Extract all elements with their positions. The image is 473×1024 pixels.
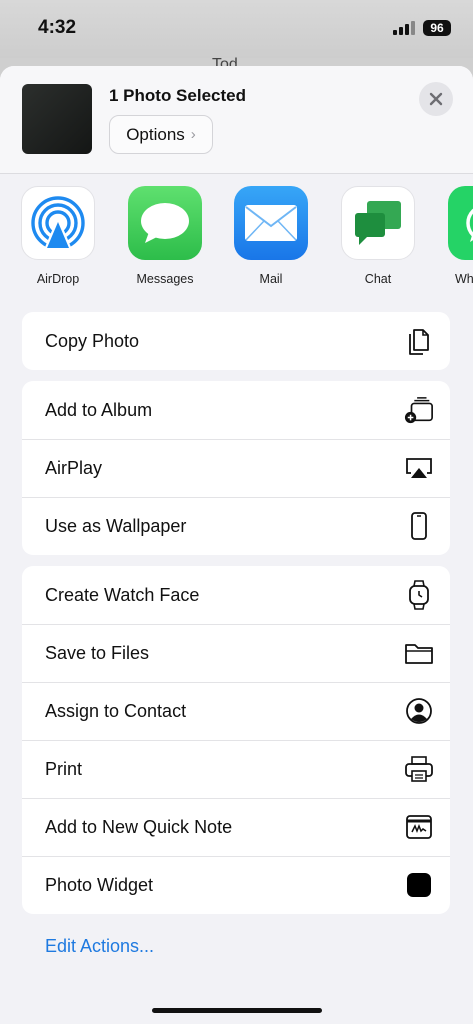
action-add-to-album[interactable]: Add to Album [22, 381, 450, 439]
edit-actions-link[interactable]: Edit Actions... [45, 936, 154, 957]
action-group-more: Create Watch Face Save to Files Assign t… [22, 566, 450, 914]
action-airplay[interactable]: AirPlay [22, 439, 450, 497]
action-assign-to-contact[interactable]: Assign to Contact [22, 682, 450, 740]
watch-icon [404, 580, 434, 610]
action-use-as-wallpaper[interactable]: Use as Wallpaper [22, 497, 450, 555]
quick-note-icon [404, 812, 434, 842]
status-bar: 4:32 96 Tod [0, 0, 473, 73]
close-button[interactable] [419, 82, 453, 116]
status-indicators: 96 [393, 20, 451, 36]
airplay-icon [404, 453, 434, 483]
mail-icon [234, 186, 308, 260]
contact-icon [404, 696, 434, 726]
action-label: Print [45, 758, 83, 779]
app-label: AirDrop [36, 272, 80, 286]
whatsapp-icon [448, 186, 473, 260]
app-chat[interactable]: Chat [333, 186, 423, 286]
action-print[interactable]: Print [22, 740, 450, 798]
cellular-signal-icon [393, 21, 415, 35]
action-create-watch-face[interactable]: Create Watch Face [22, 566, 450, 624]
app-label: Chat [364, 272, 392, 286]
status-time: 4:32 [38, 17, 77, 38]
app-messages[interactable]: Messages [120, 186, 210, 286]
photo-widget-icon [404, 870, 434, 900]
chevron-right-icon: › [190, 126, 196, 143]
printer-icon [404, 754, 434, 784]
google-chat-icon [341, 186, 415, 260]
action-photo-widget[interactable]: Photo Widget [22, 856, 450, 914]
app-whatsapp[interactable]: Wh [439, 186, 473, 286]
folder-icon [404, 638, 434, 668]
battery-level: 96 [423, 20, 451, 36]
app-label: Mail [259, 272, 283, 286]
photo-thumbnail [22, 84, 92, 154]
action-copy-photo[interactable]: Copy Photo [22, 312, 450, 370]
action-label: AirPlay [45, 457, 103, 478]
action-label: Add to New Quick Note [45, 816, 233, 837]
close-icon [429, 92, 443, 106]
action-label: Assign to Contact [45, 700, 187, 721]
app-label: Messages [136, 272, 194, 286]
action-save-to-files[interactable]: Save to Files [22, 624, 450, 682]
app-label: Wh [455, 272, 473, 286]
phone-icon [404, 511, 434, 541]
action-label: Use as Wallpaper [45, 515, 187, 536]
action-label: Add to Album [45, 399, 153, 420]
action-label: Photo Widget [45, 874, 154, 895]
messages-icon [128, 186, 202, 260]
action-label: Save to Files [45, 642, 150, 663]
copy-icon [404, 326, 434, 356]
action-add-to-new-quick-note[interactable]: Add to New Quick Note [22, 798, 450, 856]
options-button[interactable]: Options › [109, 115, 213, 154]
app-airdrop[interactable]: AirDrop [13, 186, 103, 286]
share-apps-row: AirDrop Messages Mail Chat Wh [0, 186, 473, 286]
selection-title: 1 Photo Selected [109, 86, 246, 105]
home-indicator[interactable] [152, 1008, 322, 1013]
options-label: Options [126, 124, 185, 144]
share-sheet-header: 1 Photo Selected Options › [0, 66, 473, 174]
share-sheet: 1 Photo Selected Options › AirDrop Messa… [0, 66, 473, 1024]
action-group-copy: Copy Photo [22, 312, 450, 370]
action-label: Create Watch Face [45, 584, 200, 605]
add-to-album-icon [404, 395, 434, 425]
app-mail[interactable]: Mail [226, 186, 316, 286]
action-group-share: Add to Album AirPlay Use as Wallpaper [22, 381, 450, 555]
airdrop-icon [21, 186, 95, 260]
action-label: Copy Photo [45, 330, 140, 351]
